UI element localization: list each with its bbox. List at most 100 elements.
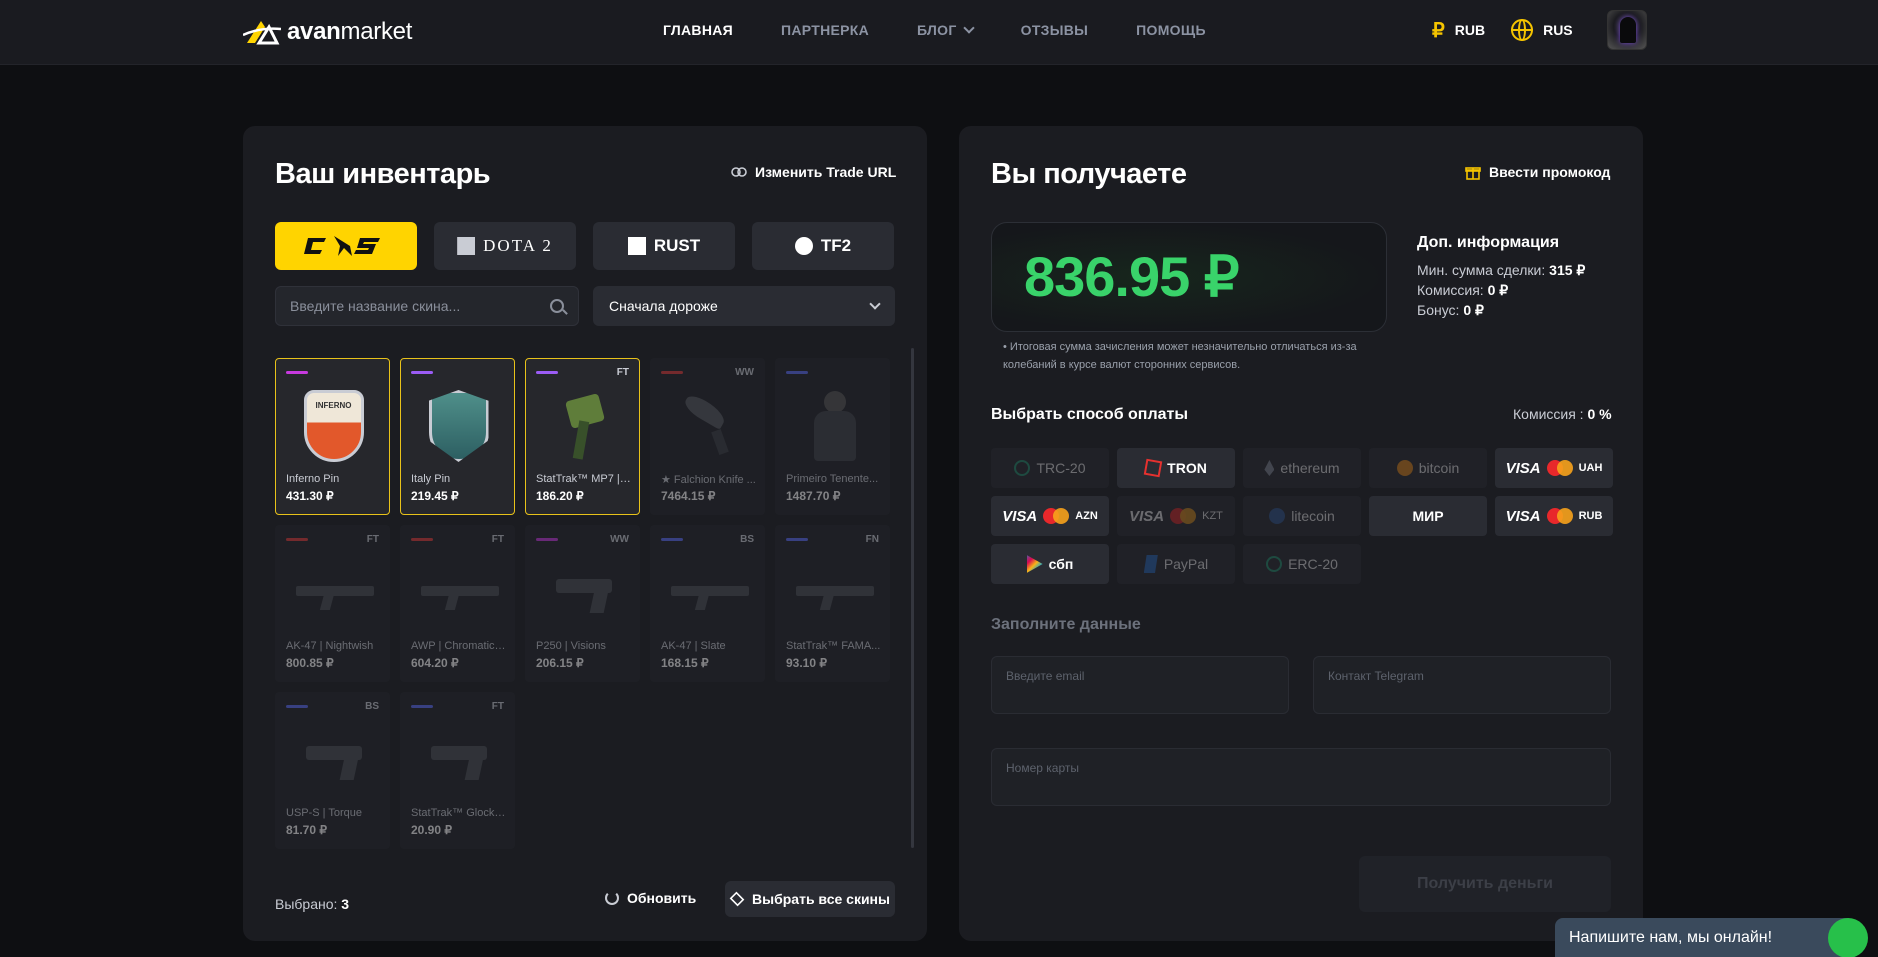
rarity-bar [661, 538, 683, 541]
telegram-field[interactable] [1313, 656, 1611, 714]
skin-card[interactable]: WW ★ Falchion Knife ... 7464.15 ₽ [650, 358, 765, 515]
fill-data-title: Заполните данные [991, 616, 1141, 633]
skin-image [421, 552, 499, 634]
skin-image [796, 552, 874, 634]
skin-name: Italy Pin [411, 473, 451, 485]
skin-price: 20.90 ₽ [411, 823, 452, 837]
logo[interactable]: avanmarket [243, 14, 412, 50]
refresh-button[interactable]: Обновить [605, 890, 696, 906]
payment-method-button[interactable]: МИР [1369, 496, 1487, 536]
payment-title: Выбрать способ оплаты [991, 406, 1189, 423]
skin-card[interactable]: Primeiro Tenente... 1487.70 ₽ [775, 358, 890, 515]
language-selector[interactable]: RUS [1511, 19, 1573, 41]
payment-method-button[interactable]: VISA KZT [1117, 496, 1235, 536]
payment-method-button[interactable]: bitcoin [1369, 448, 1487, 488]
tab-rust[interactable]: RUST [593, 222, 735, 270]
nav-item-home[interactable]: ГЛАВНАЯ [663, 22, 733, 38]
skin-image [421, 719, 496, 801]
skin-name: P250 | Visions [536, 640, 606, 652]
email-field[interactable] [991, 656, 1289, 714]
skin-card[interactable]: INFERNO Inferno Pin 431.30 ₽ [275, 358, 390, 515]
change-trade-url-button[interactable]: Изменить Trade URL [731, 164, 896, 180]
skin-price: 168.15 ₽ [661, 656, 709, 670]
payment-method-button[interactable]: litecoin [1243, 496, 1361, 536]
payment-method-button[interactable]: VISA RUB [1495, 496, 1613, 536]
bonus-row: Бонус: 0 ₽ [1417, 302, 1484, 318]
pp-icon [1143, 555, 1158, 573]
gift-icon [1465, 167, 1481, 180]
telegram-input[interactable] [1328, 669, 1596, 683]
sort-value: Сначала дороже [609, 298, 718, 314]
logo-text: avanmarket [287, 18, 413, 45]
sbp-icon [1026, 555, 1043, 573]
nav-item-blog[interactable]: БЛОГ [917, 22, 975, 38]
rarity-bar [786, 371, 808, 374]
payment-label: VISA [1505, 507, 1541, 525]
select-all-button[interactable]: Выбрать все скины [725, 881, 895, 917]
skin-card[interactable]: FN StatTrak™ FAMA... 93.10 ₽ [775, 525, 890, 682]
submit-label: Получить деньги [1416, 875, 1554, 892]
tab-dota2[interactable]: DOTA 2 [434, 222, 576, 270]
wear-badge: FT [491, 701, 504, 712]
skin-card[interactable]: Italy Pin 219.45 ₽ [400, 358, 515, 515]
skin-price: 219.45 ₽ [411, 489, 459, 503]
search-input[interactable] [290, 298, 550, 314]
skin-icon [421, 578, 499, 608]
card-number-field[interactable] [991, 748, 1611, 806]
skin-card[interactable]: BS AK-47 | Slate 168.15 ₽ [650, 525, 765, 682]
skin-name: AK-47 | Nightwish [286, 640, 374, 652]
rarity-bar [411, 705, 433, 708]
tether-icon [1014, 460, 1031, 476]
payment-method-button[interactable]: ethereum [1243, 448, 1361, 488]
skin-card[interactable]: WW P250 | Visions 206.15 ₽ [525, 525, 640, 682]
card-number-input[interactable] [1006, 761, 1596, 775]
inventory-grid: INFERNO Inferno Pin 431.30 ₽ Italy Pin 219.4… [275, 358, 890, 849]
payment-method-button[interactable]: VISA AZN [991, 496, 1109, 536]
payment-label: ethereum [1280, 460, 1340, 476]
exchange-note: • Итоговая сумма зачисления может незнач… [1003, 341, 1357, 371]
sort-select[interactable]: Сначала дороже [593, 286, 895, 326]
skin-card[interactable]: FT AK-47 | Nightwish 800.85 ₽ [275, 525, 390, 682]
nav-item-partners[interactable]: ПАРТНЕРКА [781, 22, 869, 38]
refresh-label: Обновить [627, 890, 697, 906]
payment-label: bitcoin [1418, 460, 1460, 476]
promo-code-button[interactable]: Ввести промокод [1465, 164, 1610, 180]
payment-method-button[interactable]: ERC-20 [1243, 544, 1361, 584]
tab-cs[interactable] [275, 222, 417, 270]
skin-name: Inferno Pin [286, 473, 340, 485]
payment-label: VISA [1505, 459, 1541, 477]
payment-method-button[interactable]: VISA UAH [1495, 448, 1613, 488]
payment-method-button[interactable]: PayPal [1117, 544, 1235, 584]
header-right: ₽ RUB RUS [1432, 10, 1647, 50]
skin-search[interactable] [275, 286, 579, 326]
inventory-panel: Ваш инвентарь Изменить Trade URL DOTA 2 … [243, 126, 927, 941]
promo-label: Ввести промокод [1489, 164, 1611, 180]
live-chat-button[interactable]: Напишите нам, мы онлайн! [1555, 918, 1855, 957]
skin-image [546, 552, 621, 634]
tab-tf2[interactable]: TF2 [752, 222, 894, 270]
wear-badge: WW [610, 534, 629, 545]
skin-card[interactable]: FT StatTrak™ MP7 | ... 186.20 ₽ [525, 358, 640, 515]
skin-image: INFERNO [296, 385, 371, 467]
selected-counter: Выбрано: 3 [275, 896, 349, 912]
search-icon[interactable] [550, 299, 564, 313]
mastercard-icon [1546, 460, 1573, 476]
currency-selector[interactable]: ₽ RUB [1432, 18, 1485, 43]
skin-card[interactable]: BS USP-S | Torque 81.70 ₽ [275, 692, 390, 849]
payment-method-button[interactable]: TRC-20 [991, 448, 1109, 488]
skin-card[interactable]: FT AWP | Chromatic ... 604.20 ₽ [400, 525, 515, 682]
skin-name: StatTrak™ FAMA... [786, 640, 881, 652]
nav-item-help[interactable]: ПОМОЩЬ [1136, 22, 1206, 38]
avatar[interactable] [1606, 10, 1647, 50]
payment-method-button[interactable]: TRON [1117, 448, 1235, 488]
skin-card[interactable]: FT StatTrak™ Glock-... 20.90 ₽ [400, 692, 515, 849]
nav-item-reviews[interactable]: ОТЗЫВЫ [1021, 22, 1089, 38]
scrollbar[interactable] [911, 348, 914, 848]
skin-price: 604.20 ₽ [411, 656, 459, 670]
payment-method-button[interactable]: сбп [991, 544, 1109, 584]
skin-icon [671, 578, 749, 608]
skin-icon [296, 578, 374, 608]
skin-name: StatTrak™ MP7 | ... [536, 473, 631, 485]
get-money-button[interactable]: Получить деньги [1359, 856, 1611, 912]
email-input[interactable] [1006, 669, 1274, 683]
